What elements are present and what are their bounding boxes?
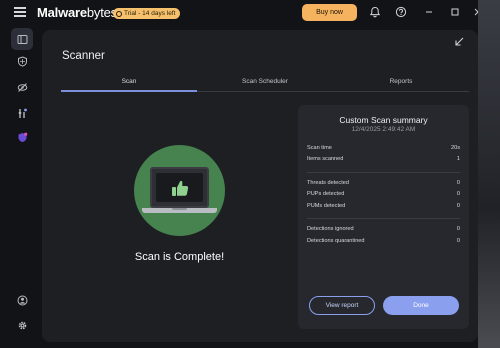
hamburger-menu-icon[interactable] — [14, 7, 26, 17]
summary-row-quarantined: Detections quarantined 0 — [307, 238, 460, 244]
page-title: Scanner — [62, 50, 105, 62]
thumbs-up-icon — [171, 180, 188, 196]
scan-summary-card: Custom Scan summary 12/4/2025 2:49:42 AM… — [298, 105, 469, 329]
sidebar — [0, 26, 42, 348]
malwarebytes-window: Malwarebytes Trial - 14 days left Buy no… — [0, 0, 481, 348]
notification-bell-icon[interactable] — [369, 6, 381, 18]
summary-row-pums: PUMs detected 0 — [307, 203, 460, 209]
dashboard-icon — [17, 34, 27, 44]
sidebar-item-scanner[interactable] — [11, 50, 33, 72]
scanner-tabs: Scan Scan Scheduler Reports — [61, 74, 469, 92]
minimize-icon[interactable] — [423, 6, 435, 18]
sidebar-item-vpn[interactable] — [11, 126, 33, 148]
title-bar: Malwarebytes Trial - 14 days left Buy no… — [0, 0, 481, 26]
summary-divider — [307, 218, 460, 219]
app-logo: Malwarebytes — [37, 5, 117, 20]
logo-bold-text: Malware — [37, 5, 87, 20]
scan-status-text: Scan is Complete! — [134, 251, 225, 263]
summary-row-ignored: Detections ignored 0 — [307, 226, 460, 232]
summary-date: 12/4/2025 2:49:42 AM — [351, 126, 416, 133]
vpn-shield-icon — [18, 132, 27, 142]
summary-divider — [307, 172, 460, 173]
sidebar-item-privacy[interactable] — [11, 76, 33, 98]
tools-icon — [18, 108, 27, 118]
summary-title: Custom Scan summary — [339, 115, 428, 125]
sidebar-item-dashboard[interactable] — [11, 28, 33, 50]
settings-gear-icon — [18, 321, 26, 329]
maximize-icon[interactable] — [449, 6, 461, 18]
tab-reports[interactable]: Reports — [333, 78, 469, 85]
summary-row-pups: PUPs detected 0 — [307, 191, 460, 197]
shield-scan-icon — [17, 55, 27, 67]
done-button[interactable]: Done — [383, 296, 459, 315]
view-report-button[interactable]: View report — [309, 296, 375, 315]
laptop-illustration — [142, 167, 217, 215]
account-icon — [17, 295, 27, 305]
eye-slash-icon — [17, 82, 27, 92]
help-icon[interactable] — [395, 6, 407, 18]
desktop-background — [478, 0, 500, 348]
scanner-panel: Scanner Scan Scan Scheduler Reports Scan… — [42, 30, 478, 342]
summary-row-scan-time: Scan time 20s — [307, 145, 460, 151]
active-tab-underline — [61, 90, 197, 92]
collapse-arrow-icon[interactable] — [455, 37, 464, 49]
trial-badge-label: Trial - 14 days left — [124, 10, 176, 17]
summary-row-items-scanned: Items scanned 1 — [307, 156, 460, 162]
buy-now-button[interactable]: Buy now — [302, 4, 357, 21]
sidebar-item-settings[interactable] — [11, 314, 33, 336]
summary-row-threats: Threats detected 0 — [307, 180, 460, 186]
tab-scan-scheduler[interactable]: Scan Scheduler — [197, 78, 333, 85]
sidebar-item-tools[interactable] — [11, 102, 33, 124]
laptop-screen — [150, 167, 209, 208]
trial-badge[interactable]: Trial - 14 days left — [113, 8, 181, 19]
clock-icon — [116, 10, 122, 17]
sidebar-item-account[interactable] — [11, 289, 33, 311]
tab-scan[interactable]: Scan — [61, 78, 197, 85]
